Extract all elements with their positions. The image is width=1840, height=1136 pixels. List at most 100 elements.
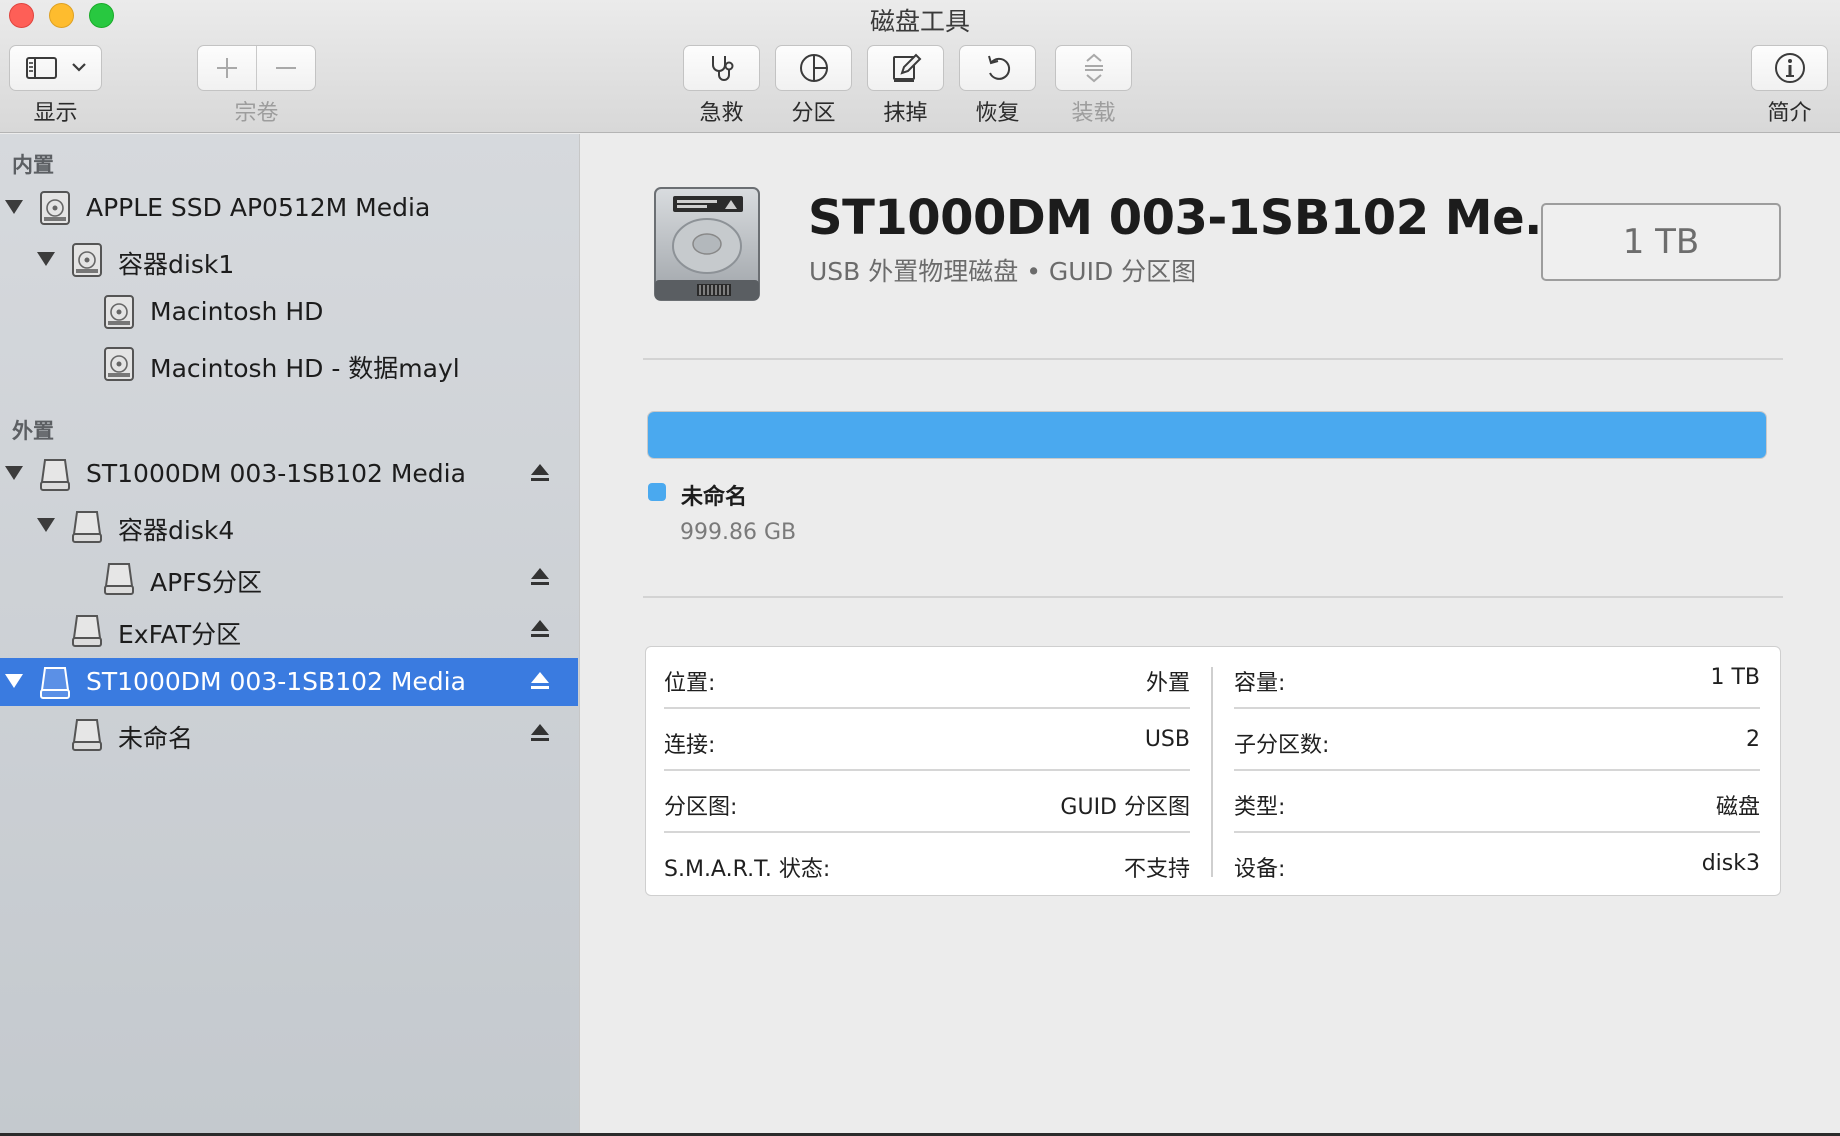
info-value: 不支持 (1123, 857, 1190, 882)
minus-icon (275, 67, 296, 69)
volume-segment (197, 45, 316, 91)
info-label: 简介 (1767, 101, 1812, 126)
info-button[interactable] (1751, 45, 1828, 91)
usage-bar (647, 411, 1767, 459)
mount-label: 装载 (1071, 101, 1116, 126)
sidebar-item-untitled[interactable]: 未命名 (0, 710, 578, 758)
sidebar-item-label: APFS分区 (150, 568, 262, 597)
external-disk-icon (72, 511, 102, 543)
sidebar-section-internal: 内置 (12, 153, 54, 177)
sidebar-item-label: ST1000DM 003-1SB102 Media (86, 459, 466, 488)
info-row: 子分区数: 2 (1234, 709, 1760, 771)
eject-icon[interactable] (530, 566, 550, 588)
sidebar-item-exfat-partition[interactable]: ExFAT分区 (0, 606, 578, 654)
sidebar-item-label: Macintosh HD - 数据mayl (150, 354, 460, 383)
sidebar-item-macintosh-hd[interactable]: Macintosh HD (0, 288, 578, 336)
disclosure-triangle-icon[interactable] (5, 466, 23, 480)
remove-volume-button[interactable] (257, 46, 316, 90)
sidebar-item-macintosh-hd-data[interactable]: Macintosh HD - 数据mayl (0, 340, 578, 388)
disclosure-triangle-icon[interactable] (5, 674, 23, 688)
info-key: 子分区数: (1234, 733, 1330, 758)
plus-icon (216, 58, 237, 78)
view-button[interactable] (9, 45, 102, 91)
info-row: 类型: 磁盘 (1234, 771, 1760, 833)
eject-icon[interactable] (530, 618, 550, 640)
external-disk-icon (72, 615, 102, 647)
pencil-edit-icon (892, 53, 921, 82)
stethoscope-icon (711, 56, 733, 81)
info-value: 磁盘 (1715, 795, 1760, 820)
internal-disk-icon (104, 347, 134, 381)
sidebar-item-label: ST1000DM 003-1SB102 Media (86, 667, 466, 696)
volume-label: 宗卷 (234, 101, 279, 126)
sidebar: 内置 APPLE SSD AP0512M Media 容器disk1 Macin… (0, 134, 580, 1136)
info-row: S.M.A.R.T. 状态: 不支持 (664, 833, 1190, 895)
erase-button[interactable] (867, 45, 944, 91)
divider (643, 596, 1783, 598)
sidebar-item-container-disk4[interactable]: 容器disk4 (0, 502, 578, 550)
external-disk-icon (104, 563, 134, 595)
sidebar-section-external: 外置 (12, 419, 54, 443)
info-value: 外置 (1145, 671, 1190, 696)
sidebar-item-label: ExFAT分区 (118, 620, 242, 649)
sidebar-item-container-disk1[interactable]: 容器disk1 (0, 236, 578, 284)
mount-button[interactable] (1055, 45, 1132, 91)
window-toolbar: 磁盘工具 显示 宗卷 急救 分区 抹掉 恢复 装载 简介 (0, 0, 1840, 133)
eject-icon[interactable] (530, 462, 550, 484)
info-value: disk3 (1701, 851, 1760, 876)
info-value: GUID 分区图 (1060, 795, 1190, 820)
add-volume-button[interactable] (198, 46, 257, 90)
capacity-badge: 1 TB (1541, 203, 1781, 281)
volume-color-swatch (648, 483, 666, 501)
info-row: 位置: 外置 (664, 647, 1190, 709)
sidebar-item-label: 容器disk4 (118, 516, 235, 545)
sidebar-item-apple-ssd[interactable]: APPLE SSD AP0512M Media (0, 184, 578, 232)
external-disk-icon (40, 667, 70, 699)
sidebar-item-label: APPLE SSD AP0512M Media (86, 193, 431, 222)
disclosure-triangle-icon[interactable] (37, 518, 55, 532)
partition-button[interactable] (775, 45, 852, 91)
first-aid-button[interactable] (683, 45, 760, 91)
external-disk-icon (40, 459, 70, 491)
info-key: 类型: (1234, 795, 1286, 820)
info-key: 连接: (664, 733, 716, 758)
disk-subtitle: USB 外置物理磁盘 • GUID 分区图 (809, 257, 1197, 286)
restore-button[interactable] (959, 45, 1036, 91)
info-key: S.M.A.R.T. 状态: (664, 857, 831, 882)
restore-label: 恢复 (975, 101, 1020, 126)
pie-chart-icon (799, 54, 828, 82)
column-divider (1211, 667, 1213, 877)
info-value: USB (1144, 727, 1190, 752)
restore-arrow-icon (987, 55, 1010, 80)
disclosure-triangle-icon[interactable] (5, 200, 23, 214)
hard-drive-icon (654, 187, 760, 301)
info-value: 1 TB (1710, 665, 1760, 690)
sidebar-item-st1000dm-media-2[interactable]: ST1000DM 003-1SB102 Media (0, 658, 578, 706)
detail-panel: ST1000DM 003-1SB102 Me... USB 外置物理磁盘 • G… (581, 134, 1840, 1136)
info-column-right: 容量: 1 TB 子分区数: 2 类型: 磁盘 设备: disk3 (1216, 647, 1776, 897)
external-disk-icon (72, 719, 102, 751)
sidebar-item-apfs-partition[interactable]: APFS分区 (0, 554, 578, 602)
first-aid-label: 急救 (699, 101, 744, 126)
info-key: 分区图: (664, 795, 738, 820)
info-key: 设备: (1234, 857, 1286, 882)
sidebar-toggle-icon (25, 57, 86, 79)
info-row: 容量: 1 TB (1234, 647, 1760, 709)
internal-disk-icon (104, 295, 134, 329)
usage-bar-fill (648, 412, 1766, 458)
info-row: 设备: disk3 (1234, 833, 1760, 895)
sidebar-item-st1000dm-media-1[interactable]: ST1000DM 003-1SB102 Media (0, 450, 578, 498)
info-column-left: 位置: 外置 连接: USB 分区图: GUID 分区图 S.M.A.R.T. … (646, 647, 1206, 897)
sidebar-item-label: 容器disk1 (118, 250, 235, 279)
info-icon (1774, 53, 1805, 83)
info-value: 2 (1746, 727, 1760, 752)
divider (643, 358, 1783, 360)
disk-info-table: 位置: 外置 连接: USB 分区图: GUID 分区图 S.M.A.R.T. … (645, 646, 1781, 896)
internal-disk-icon (72, 243, 102, 277)
disclosure-triangle-icon[interactable] (37, 252, 55, 266)
sidebar-item-label: 未命名 (118, 724, 194, 753)
info-key: 容量: (1234, 671, 1286, 696)
info-key: 位置: (664, 671, 716, 696)
eject-icon[interactable] (530, 670, 550, 692)
eject-icon[interactable] (530, 722, 550, 744)
